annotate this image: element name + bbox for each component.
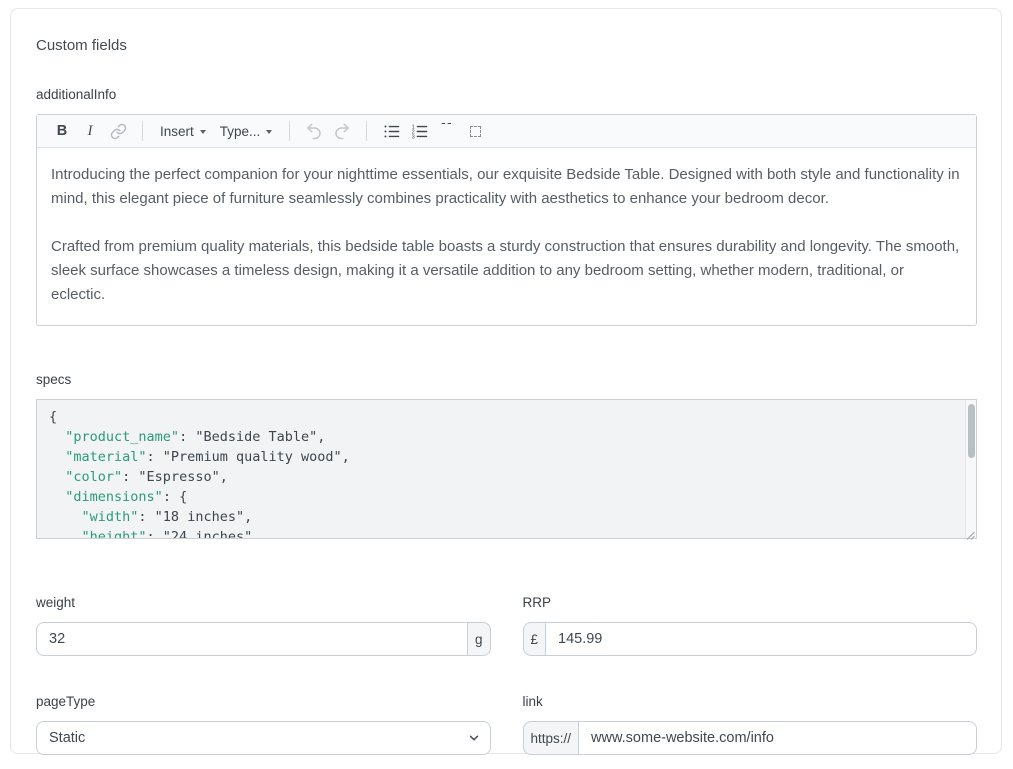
custom-fields-panel: Custom fields additionalInfo B I Insert … xyxy=(10,8,1002,754)
panel-title: Custom fields xyxy=(36,37,977,54)
link-button[interactable] xyxy=(105,118,131,144)
specs-scrollbar-track[interactable] xyxy=(965,400,976,538)
specs-label: specs xyxy=(36,372,977,387)
weight-input[interactable] xyxy=(36,622,467,656)
editor-paragraph: Crafted from premium quality materials, … xyxy=(51,235,962,307)
weight-unit-addon: g xyxy=(467,622,491,656)
editor-toolbar: B I Insert Type... xyxy=(37,115,976,148)
type-dropdown[interactable]: Type... xyxy=(214,118,279,144)
rrp-currency-addon: £ xyxy=(523,622,547,656)
editor-paragraph: Introducing the perfect companion for yo… xyxy=(51,163,962,211)
code-line: { xyxy=(49,407,954,427)
ordered-list-icon: 123 xyxy=(411,123,428,140)
rrp-input[interactable] xyxy=(546,622,977,656)
link-label: link xyxy=(523,694,978,709)
page-type-select[interactable]: Static xyxy=(36,721,491,755)
bullet-list-button[interactable] xyxy=(378,118,404,144)
redo-button[interactable] xyxy=(329,118,355,144)
page-type-field: pageType Static xyxy=(36,694,491,755)
link-input[interactable] xyxy=(579,721,977,755)
code-line: "height": "24 inches", xyxy=(49,527,954,539)
undo-icon xyxy=(305,122,323,140)
hr-square-icon xyxy=(470,126,481,137)
type-dropdown-label: Type... xyxy=(220,124,261,139)
undo-button[interactable] xyxy=(301,118,327,144)
chevron-down-icon xyxy=(266,130,272,134)
additional-info-label: additionalInfo xyxy=(36,87,977,102)
bullet-list-icon xyxy=(383,123,400,140)
blockquote-button[interactable]: “ xyxy=(434,118,460,144)
weight-label: weight xyxy=(36,595,491,610)
link-protocol-addon: https:// xyxy=(523,721,580,755)
toolbar-divider xyxy=(142,121,143,141)
link-icon xyxy=(110,123,127,140)
editor-content-area[interactable]: Introducing the perfect companion for yo… xyxy=(37,148,976,325)
toolbar-divider xyxy=(366,121,367,141)
specs-field: { "product_name": "Bedside Table", "mate… xyxy=(36,399,977,539)
page-type-label: pageType xyxy=(36,694,491,709)
svg-text:3: 3 xyxy=(412,134,415,139)
bold-button[interactable]: B xyxy=(49,118,75,144)
code-line: "product_name": "Bedside Table", xyxy=(49,427,954,447)
horizontal-rule-button[interactable] xyxy=(462,118,488,144)
chevron-down-icon xyxy=(200,130,206,134)
insert-dropdown[interactable]: Insert xyxy=(154,118,212,144)
toolbar-divider xyxy=(289,121,290,141)
redo-icon xyxy=(333,122,351,140)
insert-dropdown-label: Insert xyxy=(160,124,194,139)
link-field: link https:// xyxy=(523,694,978,755)
weight-field: weight g xyxy=(36,595,491,656)
rrp-label: RRP xyxy=(523,595,978,610)
specs-code[interactable]: { "product_name": "Bedside Table", "mate… xyxy=(36,399,977,539)
code-line: "width": "18 inches", xyxy=(49,507,954,527)
blockquote-icon: “ xyxy=(440,123,455,139)
italic-button[interactable]: I xyxy=(77,118,103,144)
rich-text-editor: B I Insert Type... xyxy=(36,114,977,326)
resize-handle-icon[interactable] xyxy=(965,527,975,537)
rrp-field: RRP £ xyxy=(523,595,978,656)
code-line: "color": "Espresso", xyxy=(49,467,954,487)
code-line: "dimensions": { xyxy=(49,487,954,507)
specs-scrollbar-thumb[interactable] xyxy=(968,404,975,458)
ordered-list-button[interactable]: 123 xyxy=(406,118,432,144)
code-line: "material": "Premium quality wood", xyxy=(49,447,954,467)
